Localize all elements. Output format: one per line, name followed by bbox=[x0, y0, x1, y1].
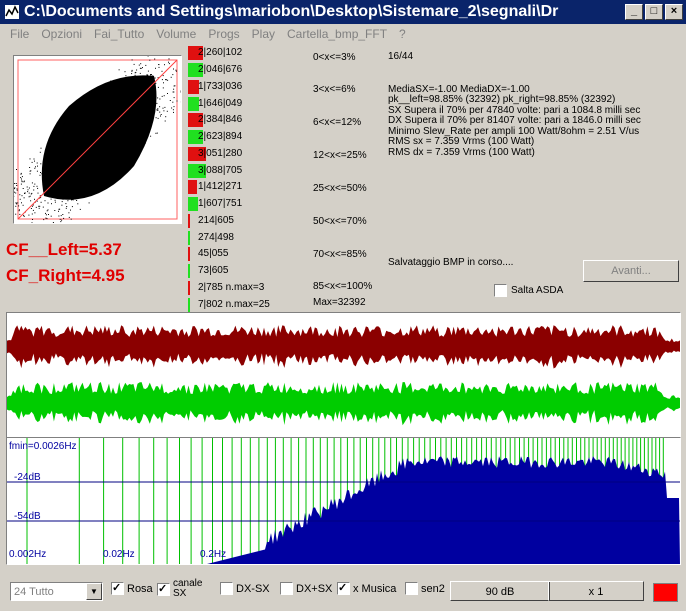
range-label: 6<x<=12% bbox=[313, 117, 362, 128]
chevron-down-icon[interactable]: ▼ bbox=[86, 583, 102, 600]
hist-count: 1|646|049 bbox=[198, 98, 243, 109]
max-label: Max=32392 bbox=[313, 297, 366, 308]
menu-opzioni[interactable]: Opzioni bbox=[41, 27, 82, 41]
freq-label-02: 0.2Hz bbox=[200, 549, 226, 560]
hist-count: 214|605 bbox=[198, 215, 234, 226]
rosa-checkbox[interactable] bbox=[111, 581, 124, 595]
hist-count: 73|605 bbox=[198, 265, 229, 276]
crest-factor-right: CF_Right=4.95 bbox=[6, 266, 125, 285]
salta-asda-label: Salta ASDA bbox=[511, 285, 564, 296]
freq-label-0002: 0.002Hz bbox=[9, 549, 46, 560]
menu-cartella-bmp-fft[interactable]: Cartella_bmp_FFT bbox=[287, 27, 387, 41]
crest-factor-left: CF__Left=5.37 bbox=[6, 240, 122, 259]
range-label: 85<x<=100% bbox=[313, 281, 373, 292]
info-line: DX Supera il 70% per 81407 volte: pari a… bbox=[388, 115, 641, 126]
x-musica-label: x Musica bbox=[353, 582, 397, 595]
hist-bar bbox=[188, 231, 190, 245]
status-indicator bbox=[653, 583, 678, 602]
file-counter: 16/44 bbox=[388, 51, 414, 62]
bottom-toolbar: 24 Tutto ▼ Rosa canale SX DX-SX DX+SX x … bbox=[0, 578, 686, 606]
close-button[interactable]: × bbox=[665, 4, 683, 20]
canale-sx-option[interactable]: canale SX bbox=[157, 579, 203, 599]
title-bar: C:\Documents and Settings\mariobon\Deskt… bbox=[0, 0, 686, 24]
menu-fai-tutto[interactable]: Fai_Tutto bbox=[94, 27, 144, 41]
fmin-label: fmin=0.0026Hz bbox=[9, 441, 77, 452]
info-line: RMS sx = 7.359 Vrms (100 Watt) bbox=[388, 136, 535, 147]
dx-plus-sx-option[interactable]: DX+SX bbox=[280, 582, 332, 595]
avanti-button[interactable]: Avanti... bbox=[583, 260, 679, 282]
db-label-54: -54dB bbox=[14, 511, 41, 522]
info-line: pk__left=98.85% (32392) pk_right=98.85% … bbox=[388, 94, 616, 105]
hist-count: 3|051|280 bbox=[198, 148, 243, 159]
dx-plus-sx-label: DX+SX bbox=[296, 582, 333, 595]
range-label: 70<x<=85% bbox=[313, 249, 367, 260]
sen2-checkbox[interactable] bbox=[405, 582, 418, 595]
sen2-label: sen2 bbox=[421, 582, 445, 595]
hist-bar bbox=[188, 247, 190, 261]
minimize-button[interactable]: _ bbox=[625, 4, 643, 20]
menu-progs[interactable]: Progs bbox=[208, 27, 239, 41]
hist-count: 2|046|676 bbox=[198, 64, 243, 75]
salta-asda-checkbox[interactable] bbox=[494, 284, 507, 297]
app-icon bbox=[5, 5, 19, 19]
hist-count: 2|785 n.max=3 bbox=[198, 282, 265, 293]
hist-count: 2|623|894 bbox=[198, 131, 243, 142]
hist-count: 1|412|271 bbox=[198, 181, 243, 192]
rosa-option[interactable]: Rosa bbox=[111, 581, 153, 595]
hist-count: 3|088|705 bbox=[198, 165, 243, 176]
hist-bar bbox=[188, 281, 190, 295]
mode-select[interactable]: 24 Tutto ▼ bbox=[10, 582, 103, 601]
range-label: 25<x<=50% bbox=[313, 183, 367, 194]
spectrum-display: fmin=0.0026Hz -24dB -54dB 0.002Hz 0.02Hz… bbox=[6, 437, 681, 565]
stereo-scatter-plot bbox=[13, 55, 182, 224]
menu-help[interactable]: ? bbox=[399, 27, 406, 41]
hist-bar bbox=[188, 180, 197, 194]
db-label-24: -24dB bbox=[14, 472, 41, 483]
sen2-option[interactable]: sen2 bbox=[405, 582, 445, 595]
maximize-button[interactable]: □ bbox=[645, 4, 663, 20]
canale-sx-checkbox[interactable] bbox=[157, 582, 170, 596]
db-scale-button[interactable]: 90 dB bbox=[450, 581, 550, 601]
zoom-x1-button[interactable]: x 1 bbox=[548, 581, 644, 601]
salta-asda-option[interactable]: Salta ASDA bbox=[494, 284, 578, 297]
dx-sx-label: DX-SX bbox=[236, 582, 270, 595]
hist-bar bbox=[188, 197, 198, 211]
hist-count: 274|498 bbox=[198, 232, 234, 243]
waveform-display bbox=[6, 312, 681, 438]
hist-bar bbox=[188, 264, 190, 278]
dx-plus-sx-checkbox[interactable] bbox=[280, 582, 293, 595]
menu-play[interactable]: Play bbox=[252, 27, 275, 41]
dx-sx-checkbox[interactable] bbox=[220, 582, 233, 595]
hist-count: 7|802 n.max=25 bbox=[198, 299, 270, 310]
mode-select-value: 24 Tutto bbox=[14, 586, 54, 598]
dx-sx-option[interactable]: DX-SX bbox=[220, 582, 270, 595]
hist-count: 45|055 bbox=[198, 248, 229, 259]
menu-file[interactable]: File bbox=[10, 27, 29, 41]
range-label: 12<x<=25% bbox=[313, 150, 367, 161]
x-musica-checkbox[interactable] bbox=[337, 581, 350, 595]
menu-bar: File Opzioni Fai_Tutto Volume Progs Play… bbox=[0, 24, 686, 43]
freq-label-002: 0.02Hz bbox=[103, 549, 135, 560]
hist-count: 1|607|751 bbox=[198, 198, 243, 209]
hist-bar bbox=[188, 298, 190, 312]
range-label: 0<x<=3% bbox=[313, 52, 356, 63]
hist-count: 1|733|036 bbox=[198, 81, 243, 92]
range-label: 50<x<=70% bbox=[313, 216, 367, 227]
window-title: C:\Documents and Settings\mariobon\Deskt… bbox=[24, 3, 559, 20]
range-label: 3<x<=6% bbox=[313, 84, 356, 95]
x-musica-option[interactable]: x Musica bbox=[337, 581, 397, 595]
status-text: Salvataggio BMP in corso.... bbox=[388, 257, 514, 268]
hist-count: 2|384|846 bbox=[198, 114, 243, 125]
info-panel: 16/44 MediaSX=-1.00 MediaDX=-1.00 pk__le… bbox=[388, 46, 681, 253]
level-histogram: 2|260|102 2|046|676 1|733|036 1|646|049 … bbox=[188, 45, 384, 312]
info-line: RMS dx = 7.359 Vrms (100 Watt) bbox=[388, 146, 535, 158]
hist-count: 2|260|102 bbox=[198, 47, 243, 58]
menu-volume[interactable]: Volume bbox=[156, 27, 196, 41]
canale-sx-label: canale SX bbox=[173, 578, 203, 599]
status-panel: Salvataggio BMP in corso.... Salta ASDA bbox=[388, 257, 578, 297]
rosa-label: Rosa bbox=[127, 582, 153, 595]
hist-bar bbox=[188, 214, 190, 228]
